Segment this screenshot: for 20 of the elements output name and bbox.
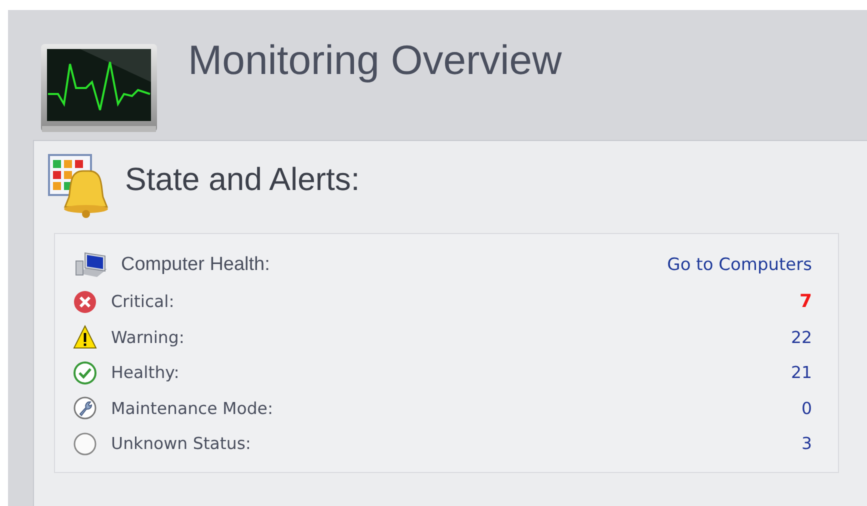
computer-icon [75,251,109,279]
status-label: Critical: [111,292,174,312]
page-title: Monitoring Overview [188,37,562,84]
section-title: State and Alerts: [125,160,360,198]
status-count: 3 [802,434,812,454]
error-icon [73,290,97,314]
health-title: Computer Health: [121,254,270,276]
go-to-computers-link[interactable]: Go to Computers [667,255,812,275]
warning-icon [73,325,97,350]
status-count: 0 [802,398,812,418]
status-label: Warning: [111,328,184,347]
empty-circle-icon [73,432,97,456]
wrench-icon [73,396,97,420]
status-label: Unknown Status: [111,434,251,454]
status-count: 22 [791,328,812,347]
status-count: 7 [799,291,812,312]
status-count: 21 [791,363,812,382]
status-label: Maintenance Mode: [111,398,274,418]
check-icon [73,360,97,385]
status-label: Healthy: [111,363,180,382]
